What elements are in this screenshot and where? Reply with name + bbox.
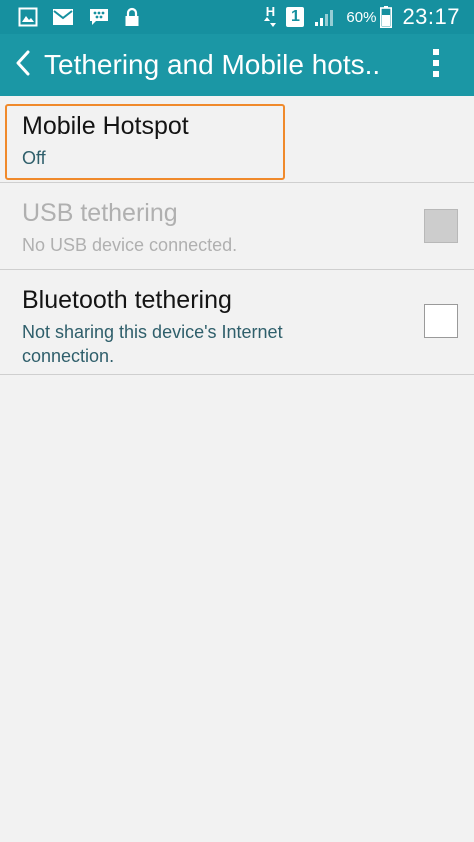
mobile-hotspot-item[interactable]: Mobile Hotspot Off [0, 96, 474, 183]
data-activity-icon [264, 16, 277, 28]
battery-icon [380, 6, 393, 28]
tethering-settings-list: Mobile Hotspot Off USB tethering No USB … [0, 96, 474, 375]
overflow-menu-button[interactable] [424, 47, 448, 83]
screen-title: Tethering and Mobile hots.. [44, 49, 381, 80]
status-bar: H 1 60% 23:17 [0, 0, 474, 34]
mobile-hotspot-status: Off [22, 148, 46, 168]
gallery-icon [18, 7, 38, 27]
usb-tethering-item: USB tethering No USB device connected. [0, 183, 474, 270]
usb-tethering-title: USB tethering [22, 199, 178, 227]
notification-icons [18, 0, 140, 34]
network-type-label: H [265, 3, 276, 19]
mobile-hotspot-title: Mobile Hotspot [22, 112, 189, 140]
email-icon [52, 8, 74, 26]
chevron-left-icon [15, 50, 31, 81]
action-bar: Tethering and Mobile hots.. [0, 34, 474, 96]
bluetooth-tethering-item[interactable]: Bluetooth tethering Not sharing this dev… [0, 270, 474, 375]
clock: 23:17 [402, 4, 460, 29]
sim-slot-badge: 1 [286, 7, 305, 27]
bluetooth-tethering-title: Bluetooth tethering [22, 286, 232, 314]
signal-icon [314, 7, 338, 27]
bluetooth-tethering-subtitle: Not sharing this device's Internet conne… [22, 322, 283, 366]
more-vert-icon [432, 48, 440, 83]
system-indicators: H 1 60% 23:17 [264, 0, 460, 34]
network-type-indicator: H [264, 3, 277, 28]
bluetooth-tethering-checkbox[interactable] [424, 304, 458, 338]
usb-tethering-checkbox [424, 209, 458, 243]
battery-percent: 60% [346, 8, 377, 26]
lock-icon [124, 7, 140, 27]
usb-tethering-subtitle: No USB device connected. [22, 235, 238, 255]
back-button[interactable] [6, 47, 40, 83]
bbm-icon [88, 7, 110, 27]
